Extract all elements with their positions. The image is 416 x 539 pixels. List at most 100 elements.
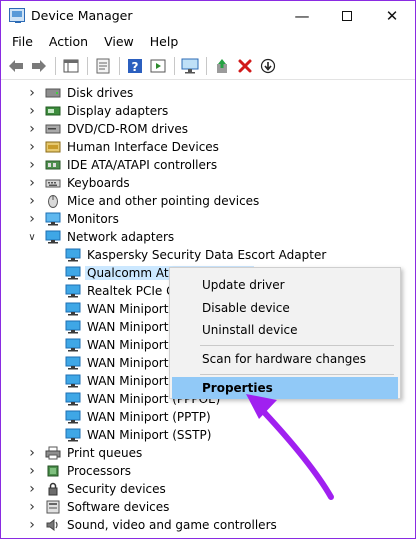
tree-item-label: Kaspersky Security Data Escort Adapter bbox=[87, 248, 327, 262]
maximize-icon bbox=[342, 11, 352, 21]
menu-help[interactable]: Help bbox=[142, 31, 187, 53]
tree-category[interactable]: › Display adapters bbox=[27, 102, 170, 120]
close-icon: ✕ bbox=[385, 7, 399, 25]
forward-button[interactable] bbox=[28, 55, 50, 77]
minimize-button[interactable]: — bbox=[279, 1, 325, 31]
tree-category[interactable]: ∨ Network adapters bbox=[27, 228, 176, 246]
close-button[interactable]: ✕ bbox=[369, 1, 415, 31]
chevron-right-icon[interactable]: › bbox=[27, 192, 37, 210]
tree-category[interactable]: › Processors bbox=[27, 462, 133, 480]
tree-device[interactable]: WAN Miniport (SSTP) bbox=[65, 426, 213, 444]
network-adapter-icon bbox=[65, 392, 81, 406]
mouse-icon bbox=[45, 194, 61, 208]
down-arrow-circle-icon bbox=[260, 58, 276, 74]
tree-category[interactable]: › Keyboards bbox=[27, 174, 132, 192]
tree-category[interactable]: › Sound, video and game controllers bbox=[27, 516, 279, 534]
chevron-right-icon[interactable]: › bbox=[27, 462, 37, 480]
run-action-button[interactable] bbox=[147, 55, 169, 77]
tree-item-label: Sound, video and game controllers bbox=[67, 518, 277, 532]
tree-item-label: Human Interface Devices bbox=[67, 140, 219, 154]
context-disable-device[interactable]: Disable device bbox=[172, 297, 398, 319]
network-adapter-icon bbox=[65, 320, 81, 334]
tree-category[interactable]: › Print queues bbox=[27, 444, 144, 462]
network-adapter-icon bbox=[65, 284, 81, 298]
chevron-right-icon[interactable]: › bbox=[27, 210, 37, 228]
tree-device[interactable]: Realtek PCIe GB bbox=[65, 282, 186, 300]
context-update-driver[interactable]: Update driver bbox=[172, 274, 398, 296]
chevron-down-icon[interactable]: ∨ bbox=[27, 228, 37, 246]
network-adapter-icon bbox=[65, 410, 81, 424]
tree-item-label: Monitors bbox=[67, 212, 119, 226]
tree-item-label: WAN Miniport ( bbox=[87, 320, 177, 334]
ide-controller-icon bbox=[45, 158, 61, 172]
network-adapter-icon bbox=[65, 302, 81, 316]
scan-monitor-icon bbox=[181, 58, 199, 74]
tree-category[interactable]: › Software devices bbox=[27, 498, 171, 516]
chevron-right-icon[interactable]: › bbox=[27, 138, 37, 156]
network-adapter-icon bbox=[65, 248, 81, 262]
red-x-icon bbox=[238, 59, 252, 73]
chevron-right-icon[interactable]: › bbox=[27, 516, 37, 534]
tree-item-label: Keyboards bbox=[67, 176, 130, 190]
tree-category[interactable]: › Monitors bbox=[27, 210, 121, 228]
help-button[interactable]: ? bbox=[124, 55, 146, 77]
disable-device-button[interactable] bbox=[257, 55, 279, 77]
network-adapter-icon bbox=[65, 338, 81, 352]
tree-item-label: WAN Miniport ( bbox=[87, 374, 177, 388]
tree-device[interactable]: WAN Miniport (PPTP) bbox=[65, 408, 213, 426]
tree-item-label: IDE ATA/ATAPI controllers bbox=[67, 158, 218, 172]
properties-toolbar-button[interactable] bbox=[92, 55, 114, 77]
tree-device[interactable]: WAN Miniport ( bbox=[65, 372, 179, 390]
tree-item-label: Print queues bbox=[67, 446, 143, 460]
tree-item-label: Mice and other pointing devices bbox=[67, 194, 260, 208]
back-arrow-icon bbox=[9, 60, 23, 72]
show-hide-tree-button[interactable] bbox=[60, 55, 82, 77]
update-driver-button[interactable] bbox=[211, 55, 233, 77]
tree-category[interactable]: › IDE ATA/ATAPI controllers bbox=[27, 156, 219, 174]
menu-action[interactable]: Action bbox=[41, 31, 96, 53]
device-manager-icon bbox=[9, 8, 25, 23]
tree-category[interactable]: › DVD/CD-ROM drives bbox=[27, 120, 190, 138]
action-pane-icon bbox=[150, 59, 166, 73]
uninstall-button[interactable] bbox=[234, 55, 256, 77]
tree-item-label: Disk drives bbox=[67, 86, 134, 100]
tree-item-label: DVD/CD-ROM drives bbox=[67, 122, 189, 136]
tree-item-label: WAN Miniport ( bbox=[87, 302, 177, 316]
tree-category[interactable]: › Security devices bbox=[27, 480, 168, 498]
tree-category[interactable]: › Human Interface Devices bbox=[27, 138, 221, 156]
tree-category[interactable]: › Disk drives bbox=[27, 84, 135, 102]
toolbar: ? bbox=[1, 53, 415, 80]
chevron-right-icon[interactable]: › bbox=[27, 120, 37, 138]
help-icon: ? bbox=[128, 59, 142, 74]
chevron-right-icon[interactable]: › bbox=[27, 444, 37, 462]
chevron-right-icon[interactable]: › bbox=[27, 84, 37, 102]
toolbar-separator bbox=[206, 57, 207, 75]
chevron-right-icon[interactable]: › bbox=[27, 174, 37, 192]
scan-hardware-button[interactable] bbox=[179, 55, 201, 77]
tree-device[interactable]: WAN Miniport ( bbox=[65, 336, 179, 354]
context-properties[interactable]: Properties bbox=[172, 377, 398, 399]
menu-file[interactable]: File bbox=[4, 31, 41, 53]
context-scan-hardware[interactable]: Scan for hardware changes bbox=[172, 348, 398, 370]
chevron-right-icon[interactable]: › bbox=[27, 498, 37, 516]
update-driver-icon bbox=[217, 59, 227, 73]
chevron-right-icon[interactable]: › bbox=[27, 102, 37, 120]
menu-view[interactable]: View bbox=[96, 31, 142, 53]
minimize-icon: — bbox=[294, 7, 310, 25]
tree-category[interactable]: › Mice and other pointing devices bbox=[27, 192, 261, 210]
chevron-right-icon[interactable]: › bbox=[27, 156, 37, 174]
tree-item-label: Security devices bbox=[67, 482, 166, 496]
maximize-button[interactable] bbox=[324, 1, 370, 31]
tree-device[interactable]: WAN Miniport ( bbox=[65, 300, 179, 318]
svg-text:?: ? bbox=[132, 60, 139, 74]
title-bar[interactable]: Device Manager — ✕ bbox=[1, 1, 415, 31]
back-button[interactable] bbox=[5, 55, 27, 77]
tree-device[interactable]: WAN Miniport ( bbox=[65, 318, 179, 336]
tree-item-label: WAN Miniport ( bbox=[87, 338, 177, 352]
context-uninstall-device[interactable]: Uninstall device bbox=[172, 319, 398, 341]
device-manager-window: Device Manager — ✕ File Action View Help… bbox=[0, 0, 416, 539]
tree-device[interactable]: WAN Miniport ( bbox=[65, 354, 179, 372]
tree-item-label: Network adapters bbox=[67, 230, 175, 244]
chevron-right-icon[interactable]: › bbox=[27, 480, 37, 498]
tree-device[interactable]: Kaspersky Security Data Escort Adapter bbox=[65, 246, 328, 264]
